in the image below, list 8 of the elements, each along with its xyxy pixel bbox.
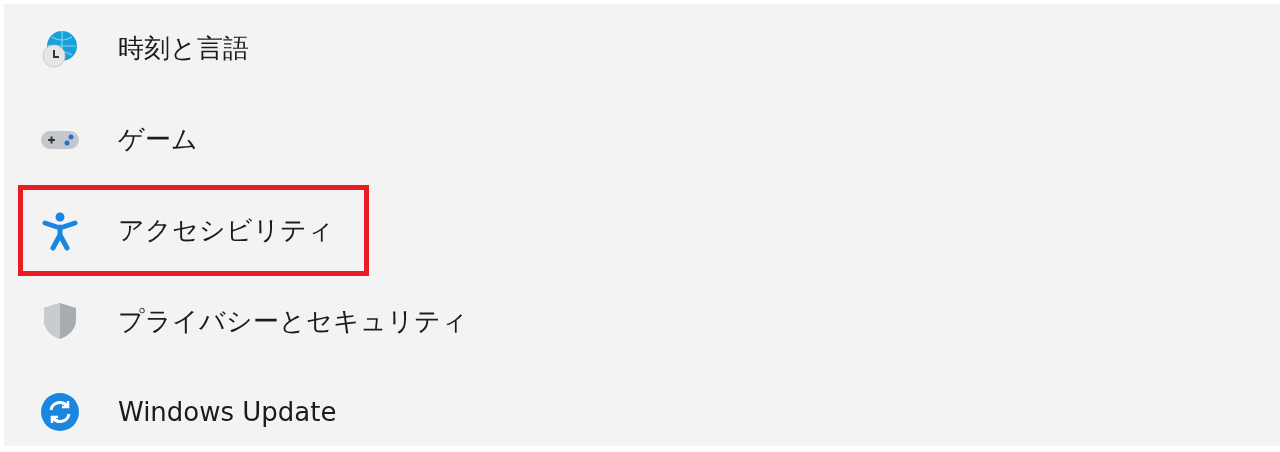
sync-icon — [40, 392, 80, 433]
sidebar-item[interactable]: 時刻と言語 — [18, 15, 284, 83]
sidebar-item[interactable]: Windows Update — [18, 378, 372, 446]
sidebar-item[interactable]: アクセシビリティ — [18, 185, 369, 276]
globe-clock-icon — [40, 28, 80, 69]
sidebar-item[interactable]: プライバシーとセキュリティ — [18, 287, 503, 355]
sidebar-item[interactable]: ゲーム — [18, 106, 233, 174]
person-icon — [40, 210, 80, 251]
